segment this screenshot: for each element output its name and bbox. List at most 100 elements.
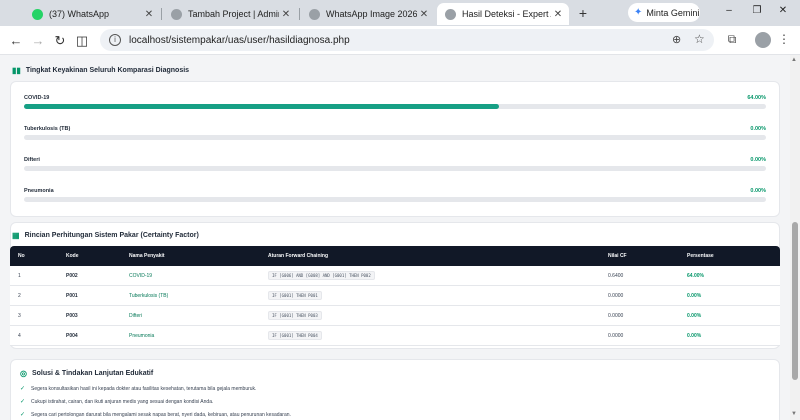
solutions-heading: ◎ Solusi & Tindakan Lanjutan Edukatif <box>20 369 153 378</box>
close-icon[interactable]: ✕ <box>142 9 156 20</box>
progress-track <box>24 135 766 140</box>
page-content: ▮▮ Tingkat Keyakinan Seluruh Komparasi D… <box>0 55 790 420</box>
cell-nama: Pneumonia <box>129 333 155 339</box>
cell-kode: P001 <box>66 293 78 299</box>
progress-track <box>24 104 766 109</box>
extensions-icon[interactable]: ⧉ <box>724 32 740 47</box>
site-info-icon[interactable]: i <box>109 34 121 46</box>
diagnosis-name: COVID-19 <box>24 95 50 101</box>
table-row: 2 P001 Tuberkulosis (TB) IF [G001] THEN … <box>10 286 780 306</box>
cell-persen: 0.00% <box>687 313 702 319</box>
minimize-icon[interactable]: – <box>722 5 736 16</box>
checkmark-icon: ✓ <box>20 399 26 405</box>
column-header-kode: Kode <box>66 253 79 259</box>
zoom-icon[interactable]: ⊕ <box>672 33 681 46</box>
cell-nama: Tuberkulosis (TB) <box>129 293 169 299</box>
diagnosis-percent: 0.00% <box>750 157 766 163</box>
details-title: Rincian Perhitungan Sistem Pakar (Certai… <box>24 232 199 239</box>
tab-divider <box>161 8 162 20</box>
cell-persen: 64.00% <box>687 273 704 279</box>
globe-icon <box>445 8 456 20</box>
gemini-button[interactable]: ✦ Minta Gemini <box>628 3 700 22</box>
cell-no: 4 <box>18 333 21 339</box>
cell-no: 2 <box>18 293 21 299</box>
tab-whatsapp-image[interactable]: WhatsApp Image 2026-08- ✕ <box>301 3 435 25</box>
table-header: No Kode Nama Penyakit Aturan Forward Cha… <box>10 246 780 266</box>
details-heading: ▦ Rincian Perhitungan Sistem Pakar (Cert… <box>12 231 199 240</box>
split-view-icon[interactable]: ◫ <box>74 33 90 49</box>
tab-title: Tambah Project | Admin <box>188 9 279 19</box>
solution-item: ✓ Cukupi istirahat, cairan, dan ikuti an… <box>20 398 214 406</box>
menu-icon[interactable]: ⋮ <box>776 32 792 46</box>
scroll-down-icon[interactable]: ▼ <box>791 411 797 417</box>
forward-icon[interactable]: → <box>30 33 46 49</box>
cell-persen: 0.00% <box>687 333 702 339</box>
column-header-cf: Nilai CF <box>608 253 627 259</box>
comparison-heading: ▮▮ Tingkat Keyakinan Seluruh Komparasi D… <box>12 66 189 75</box>
globe-icon <box>171 8 182 20</box>
tab-hasil-deteksi[interactable]: Hasil Deteksi - Expert ARI ✕ <box>437 3 569 25</box>
whatsapp-icon <box>32 8 43 20</box>
tab-title: Hasil Deteksi - Expert ARI <box>462 9 551 19</box>
cell-nama: Difteri <box>129 313 143 319</box>
column-header-nama: Nama Penyakit <box>129 253 165 259</box>
browser-tab-strip: (37) WhatsApp ✕ Tambah Project | Admin ✕… <box>0 0 800 26</box>
address-bar[interactable]: i localhost/sistempakar/uas/user/hasildi… <box>100 29 714 51</box>
tab-title: (37) WhatsApp <box>49 9 110 19</box>
table-row: 4 P004 Pneumonia IF [G001] THEN P004 0.0… <box>10 326 780 346</box>
profile-avatar[interactable] <box>755 32 771 48</box>
solutions-title: Solusi & Tindakan Lanjutan Edukatif <box>31 370 154 377</box>
cell-cf: 0.0000 <box>608 293 624 299</box>
diagnosis-percent: 64.00% <box>747 95 766 101</box>
diagnosis-name: Pneumonia <box>24 188 54 194</box>
cell-no: 3 <box>18 313 21 319</box>
progress-track <box>24 166 766 171</box>
bookmark-star-icon[interactable]: ☆ <box>694 32 705 46</box>
check-circle-icon: ◎ <box>20 369 27 378</box>
cell-aturan: IF [G001] THEN P004 <box>268 331 322 340</box>
tab-divider <box>299 8 300 20</box>
cell-aturan: IF [G006] AND [G008] AND [G001] THEN P00… <box>268 271 375 280</box>
chart-icon: ▮▮ <box>12 66 21 75</box>
cell-persen: 0.00% <box>687 293 702 299</box>
reload-icon[interactable]: ↻ <box>52 33 68 49</box>
column-header-persen: Persentase <box>687 253 714 259</box>
cell-cf: 0.0000 <box>608 333 624 339</box>
solution-item: ✓ Segera cari pertolongan darurat bila m… <box>20 411 291 419</box>
diagnosis-name: Tuberkulosis (TB) <box>24 126 71 132</box>
cell-kode: P002 <box>66 273 78 279</box>
cell-no: 1 <box>18 273 21 279</box>
gemini-label: Minta Gemini <box>646 7 700 18</box>
close-icon[interactable]: ✕ <box>279 9 293 20</box>
window-close-icon[interactable]: ✕ <box>776 5 790 16</box>
cell-nama: COVID-19 <box>129 273 153 279</box>
table-row: 3 P003 Difteri IF [G001] THEN P003 0.000… <box>10 306 780 326</box>
checkmark-icon: ✓ <box>20 386 26 392</box>
cell-aturan: IF [G001] THEN P001 <box>268 291 322 300</box>
diagnosis-percent: 0.00% <box>750 188 766 194</box>
progress-track <box>24 197 766 202</box>
globe-icon <box>309 8 320 20</box>
cell-cf: 0.6400 <box>608 273 624 279</box>
tab-whatsapp[interactable]: (37) WhatsApp ✕ <box>24 3 160 25</box>
column-header-no: No <box>18 253 25 259</box>
maximize-icon[interactable]: ❐ <box>750 5 764 16</box>
table-icon: ▦ <box>12 231 20 240</box>
diagnosis-name: Difteri <box>24 157 40 163</box>
comparison-title: Tingkat Keyakinan Seluruh Komparasi Diag… <box>25 67 190 74</box>
back-icon[interactable]: ← <box>8 33 24 49</box>
scroll-up-icon[interactable]: ▲ <box>791 57 797 63</box>
close-icon[interactable]: ✕ <box>551 9 565 20</box>
diagnosis-percent: 0.00% <box>750 126 766 132</box>
browser-toolbar: ← → ↻ ◫ i localhost/sistempakar/uas/user… <box>0 26 800 55</box>
scrollbar-thumb[interactable] <box>792 222 798 380</box>
column-header-aturan: Aturan Forward Chaining <box>268 253 328 259</box>
cell-kode: P003 <box>66 313 78 319</box>
close-icon[interactable]: ✕ <box>417 9 431 20</box>
page-scrollbar[interactable]: ▲ ▼ <box>790 55 800 420</box>
new-tab-button[interactable]: + <box>574 4 592 22</box>
solution-text: Cukupi istirahat, cairan, dan ikuti anju… <box>31 398 214 405</box>
solution-item: ✓ Segera konsultasikan hasil ini kepada … <box>20 385 256 393</box>
tab-title: WhatsApp Image 2026-08- <box>326 9 417 19</box>
tab-tambah-project[interactable]: Tambah Project | Admin ✕ <box>163 3 297 25</box>
